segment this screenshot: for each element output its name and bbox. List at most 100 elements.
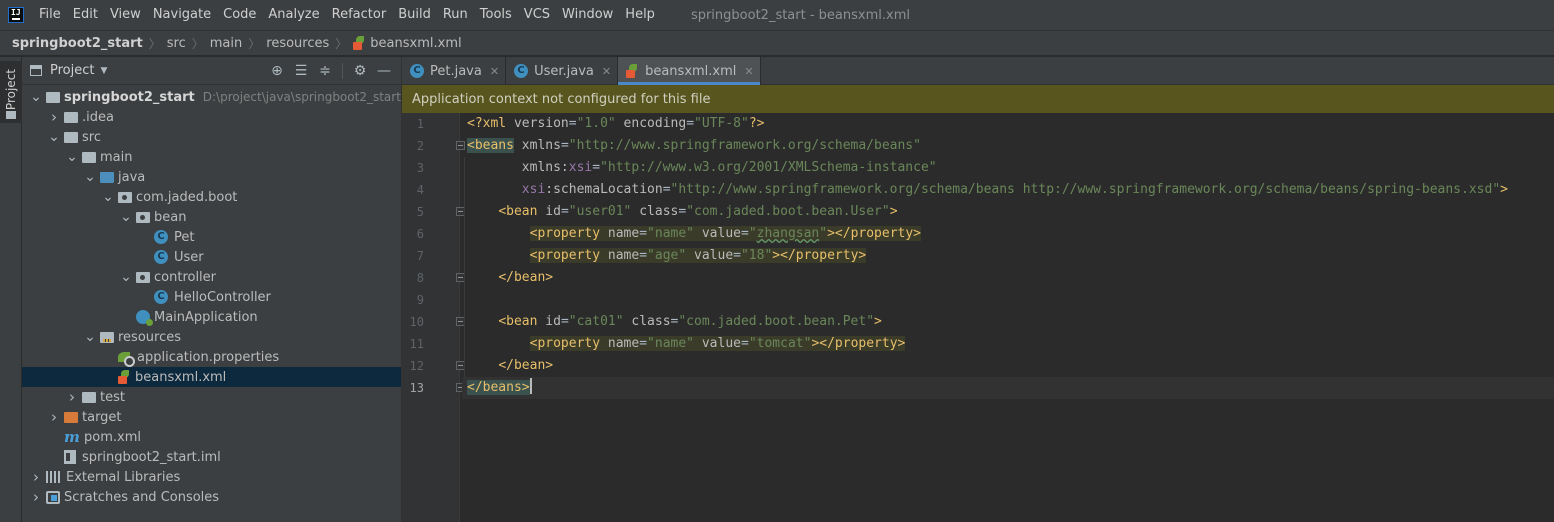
code-editor[interactable]: 1 2 3 4 5 6 7 8 9 10 11 12 13 <?xml version="1.0" en… xyxy=(402,113,1554,522)
chevron-right-icon[interactable]: › xyxy=(28,488,44,506)
code-line[interactable]: <property name="name" value="zhangsan"><… xyxy=(462,223,1554,245)
tree-item[interactable]: MainApplication xyxy=(22,307,401,327)
code-line[interactable]: <bean id="user01" class="com.jaded.boot.… xyxy=(462,201,1554,223)
close-icon[interactable]: ✕ xyxy=(744,65,753,78)
code-token: value xyxy=(694,336,741,351)
code-token: <bean xyxy=(498,204,546,219)
code-line[interactable]: xsi:schemaLocation="http://www.springfra… xyxy=(462,179,1554,201)
tree-item[interactable]: ⌄ bean xyxy=(22,207,401,227)
menu-navigate[interactable]: Navigate xyxy=(147,0,217,30)
tree-item[interactable]: ⌄ main xyxy=(22,147,401,167)
code-line[interactable]: <beans xmlns="http://www.springframework… xyxy=(462,135,1554,157)
menu-view[interactable]: View xyxy=(104,0,147,30)
xml-shape xyxy=(353,42,363,50)
menu-run[interactable]: Run xyxy=(437,0,474,30)
tree-item[interactable]: › External Libraries xyxy=(22,467,401,487)
tree-item[interactable]: ⌄ springboot2_start D:\project\java\spring… xyxy=(22,87,401,107)
tree-item[interactable]: ⌄ controller xyxy=(22,267,401,287)
line-number: 7 xyxy=(416,249,424,263)
tree-item[interactable]: ⌄ java xyxy=(22,167,401,187)
tree-item[interactable]: application.properties xyxy=(22,347,401,367)
chevron-down-icon[interactable]: ⌄ xyxy=(64,150,80,164)
chevron-down-icon[interactable]: ⌄ xyxy=(46,130,62,144)
menu-analyze[interactable]: Analyze xyxy=(262,0,325,30)
code-token: = xyxy=(639,226,648,241)
code-line[interactable]: xmlns:xsi="http://www.w3.org/2001/XMLSch… xyxy=(462,157,1554,179)
editor-tab[interactable]: C Pet.java ✕ xyxy=(402,57,505,85)
menu-refactor[interactable]: Refactor xyxy=(326,0,393,30)
tree-item[interactable]: ⌄ com.jaded.boot xyxy=(22,187,401,207)
close-icon[interactable]: ✕ xyxy=(602,65,611,78)
locate-icon[interactable]: ⊕ xyxy=(266,61,288,81)
gear-icon[interactable]: ⚙ xyxy=(349,61,371,81)
menu-build[interactable]: Build xyxy=(392,0,437,30)
chevron-down-icon[interactable]: ▼ xyxy=(100,66,107,76)
folder-icon xyxy=(46,91,60,103)
menu-edit[interactable]: Edit xyxy=(67,0,104,30)
code-line[interactable]: <property name="name" value="tomcat"></p… xyxy=(462,333,1554,355)
code-token: xmlns xyxy=(513,138,561,153)
menu-tools[interactable]: Tools xyxy=(474,0,518,30)
code-line[interactable]: </bean> xyxy=(462,267,1554,289)
class-icon: C xyxy=(154,250,168,264)
chevron-down-icon[interactable]: ⌄ xyxy=(82,330,98,344)
project-panel-title[interactable]: Project xyxy=(50,63,94,78)
tree-item[interactable]: › .idea xyxy=(22,107,401,127)
chevron-down-icon[interactable]: ⌄ xyxy=(28,90,44,104)
expand-all-icon[interactable]: ☰ xyxy=(290,61,312,81)
breadcrumb-item[interactable]: beansxml.xml xyxy=(370,36,461,51)
tree-item[interactable]: m pom.xml xyxy=(22,427,401,447)
chevron-down-icon[interactable]: ⌄ xyxy=(100,190,116,204)
code-line[interactable]: <property name="age" value="18"></proper… xyxy=(462,245,1554,267)
code-token: > xyxy=(1500,182,1508,197)
chevron-right-icon[interactable]: › xyxy=(28,468,44,486)
chevron-right-icon[interactable]: › xyxy=(46,108,62,126)
menu-vcs[interactable]: VCS xyxy=(518,0,556,30)
project-panel-toolbar: ⊕ ☰ ≑ ⚙ — xyxy=(266,61,395,81)
tree-item[interactable]: C User xyxy=(22,247,401,267)
code-token: "cat01" xyxy=(568,314,624,329)
tree-item[interactable]: C Pet xyxy=(22,227,401,247)
menu-window[interactable]: Window xyxy=(556,0,619,30)
menu-bar: IJ File Edit View Navigate Code Analyze Refact… xyxy=(0,0,1554,30)
tree-item[interactable]: › target xyxy=(22,407,401,427)
tree-item[interactable]: springboot2_start.iml xyxy=(22,447,401,467)
code-token: name xyxy=(607,226,640,241)
code-token: xsi xyxy=(521,182,546,197)
class-icon: C xyxy=(154,230,168,244)
chevron-down-icon[interactable]: ⌄ xyxy=(82,170,98,184)
code-line[interactable]: <bean id="cat01" class="com.jaded.boot.b… xyxy=(462,311,1554,333)
menu-file[interactable]: File xyxy=(33,0,67,30)
editor-tab[interactable]: beansxml.xml ✕ xyxy=(618,57,760,85)
tree-item[interactable]: ⌄ resources xyxy=(22,327,401,347)
editor-tab[interactable]: C User.java ✕ xyxy=(506,57,617,85)
menu-code[interactable]: Code xyxy=(217,0,262,30)
code-token: ></property> xyxy=(772,248,867,263)
code-line[interactable] xyxy=(462,289,1554,311)
tree-item[interactable]: beansxml.xml xyxy=(22,367,401,387)
collapse-all-icon[interactable]: ≑ xyxy=(314,61,336,81)
breadcrumb-item[interactable]: main xyxy=(210,36,242,51)
chevron-down-icon[interactable]: ⌄ xyxy=(118,210,134,224)
code-line[interactable]: </bean> xyxy=(462,355,1554,377)
tree-item[interactable]: › test xyxy=(22,387,401,407)
breadcrumb-item[interactable]: src xyxy=(167,36,186,51)
chevron-right-icon[interactable]: › xyxy=(46,408,62,426)
menu-help[interactable]: Help xyxy=(619,0,661,30)
code-line[interactable]: </beans> xyxy=(462,377,1554,399)
line-number: 4 xyxy=(416,183,424,197)
breadcrumb-item[interactable]: resources xyxy=(266,36,329,51)
line-number: 10 xyxy=(409,315,424,329)
breadcrumb-item[interactable]: springboot2_start xyxy=(12,36,143,51)
close-icon[interactable]: ✕ xyxy=(490,65,499,78)
chevron-right-icon[interactable]: › xyxy=(64,388,80,406)
tree-item[interactable]: C HelloController xyxy=(22,287,401,307)
tree-item[interactable]: › Scratches and Consoles xyxy=(22,487,401,507)
tree-item-label: springboot2_start xyxy=(64,89,195,105)
tree-item[interactable]: ⌄ src xyxy=(22,127,401,147)
code-line[interactable]: <?xml version="1.0" encoding="UTF-8"?> xyxy=(462,113,1554,135)
code-area[interactable]: <?xml version="1.0" encoding="UTF-8"?> <b… xyxy=(462,113,1554,522)
minimize-icon[interactable]: — xyxy=(373,61,395,81)
chevron-down-icon[interactable]: ⌄ xyxy=(118,270,134,284)
